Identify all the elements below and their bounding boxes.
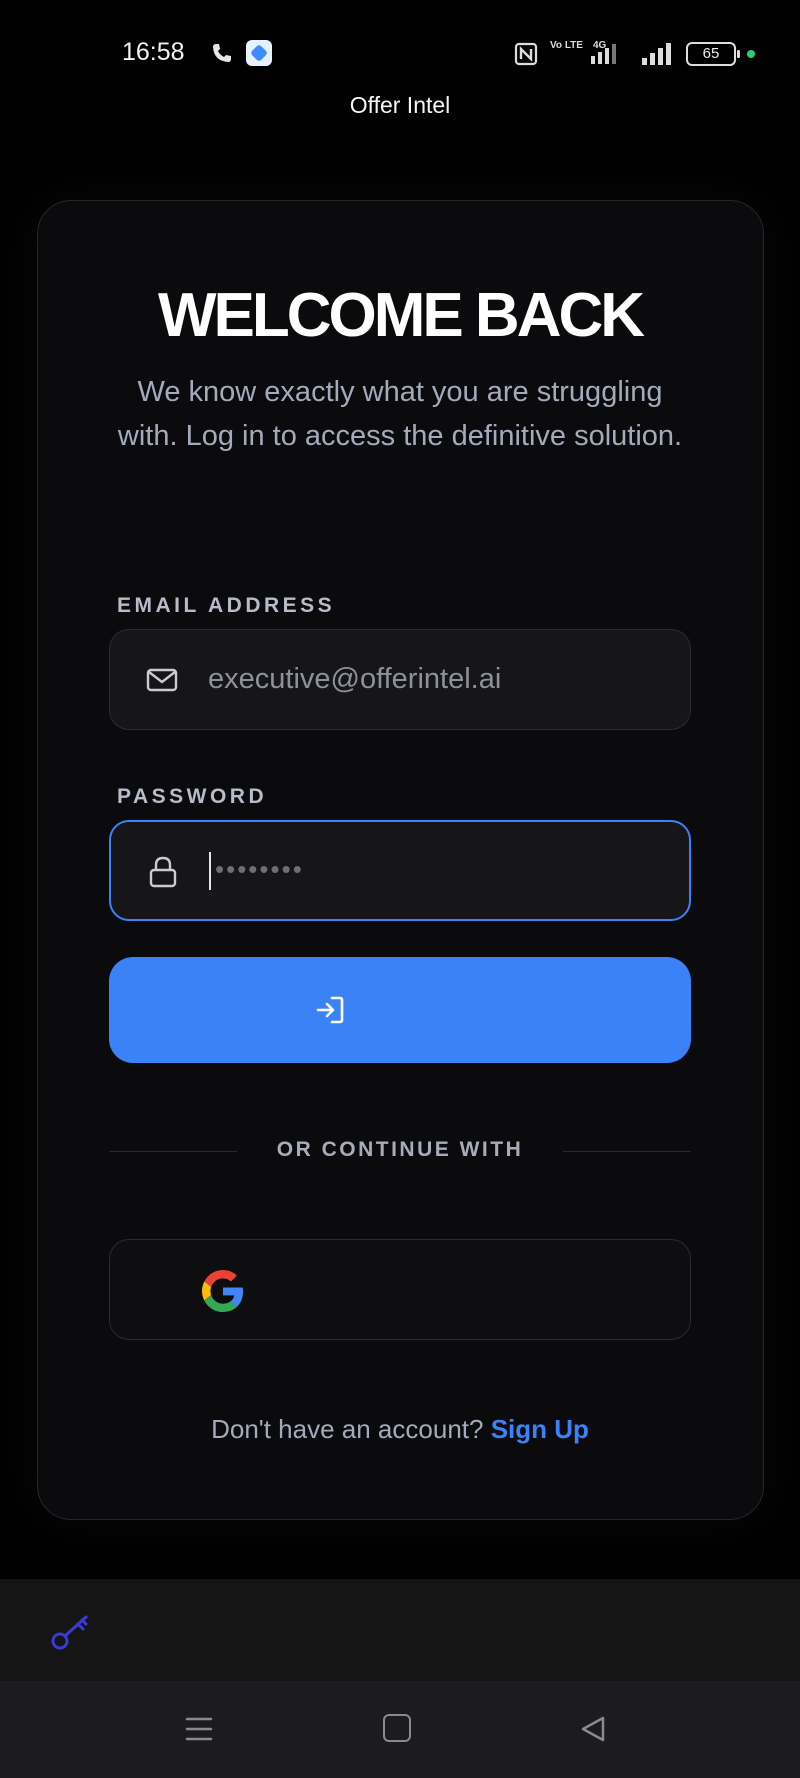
app-title: Offer Intel	[349, 92, 451, 118]
system-nav-bar	[0, 1681, 800, 1778]
password-value: ••••••••	[215, 854, 304, 884]
phone-call-icon	[213, 44, 231, 62]
page-subtitle: We know exactly what you are struggling …	[117, 376, 683, 452]
login-arrow-icon	[316, 996, 344, 1024]
menu-icon[interactable]	[184, 1715, 214, 1743]
page-title: WELCOME BACK	[157, 281, 645, 350]
back-icon[interactable]	[578, 1714, 608, 1744]
privacy-indicator-dot	[747, 50, 755, 58]
key-icon[interactable]	[48, 1609, 94, 1655]
text-caret	[209, 852, 211, 890]
lock-icon	[149, 856, 177, 888]
status-time: 16:58	[122, 38, 185, 66]
google-signin-button[interactable]	[109, 1239, 691, 1340]
password-field[interactable]: ••••••••	[109, 820, 691, 921]
signup-prompt-line: Don't have an account? Sign Up	[0, 1414, 800, 1445]
divider-text: OR CONTINUE WITH	[276, 1138, 524, 1161]
signal-icon	[642, 43, 671, 65]
login-button[interactable]	[109, 957, 691, 1063]
email-value: executive@offerintel.ai	[208, 663, 502, 695]
signup-prompt: Don't have an account?	[211, 1414, 484, 1444]
status-bar: 16:58 Vo LTE 4G 65	[0, 0, 800, 84]
signal-4g-icon: 4G	[591, 40, 616, 64]
mail-icon	[146, 668, 178, 692]
email-label: EMAIL ADDRESS	[117, 594, 336, 617]
battery-icon: 65	[686, 42, 740, 66]
email-field[interactable]: executive@offerintel.ai	[109, 629, 691, 730]
volte-icon: Vo LTE	[550, 40, 583, 51]
divider-line-right	[563, 1151, 691, 1152]
password-label: PASSWORD	[117, 785, 268, 808]
google-icon	[202, 1270, 244, 1312]
signup-link[interactable]: Sign Up	[491, 1414, 589, 1444]
home-icon[interactable]	[383, 1714, 411, 1742]
bottom-toolbar	[0, 1579, 800, 1681]
nfc-icon	[514, 42, 538, 66]
network-label: 4G	[593, 40, 607, 51]
app-notification-icon	[246, 40, 272, 66]
